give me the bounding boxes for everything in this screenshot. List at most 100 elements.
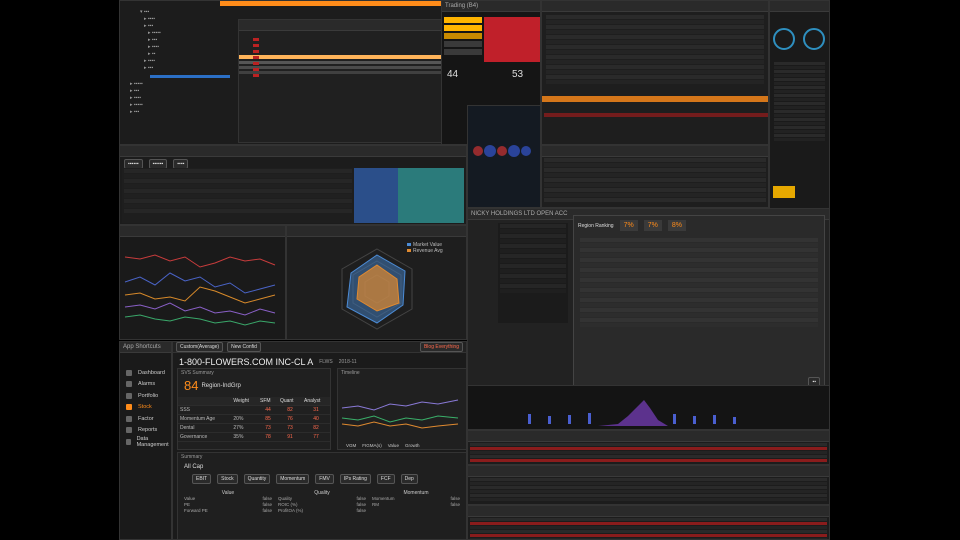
grid-row[interactable] xyxy=(580,313,818,317)
grid-row[interactable] xyxy=(774,122,825,125)
depth-grid[interactable] xyxy=(541,0,769,145)
grid-row[interactable] xyxy=(580,278,818,282)
grid-row[interactable] xyxy=(500,279,566,283)
grid-row[interactable] xyxy=(546,50,764,54)
grid-row[interactable] xyxy=(470,530,827,533)
grid-row[interactable] xyxy=(580,238,818,242)
grid-row[interactable] xyxy=(580,293,818,297)
grid-row[interactable] xyxy=(470,518,827,521)
grid-row[interactable] xyxy=(470,494,827,497)
tab-blog[interactable]: Blog Everything xyxy=(419,342,463,352)
grid-row[interactable] xyxy=(470,486,827,489)
grid-row[interactable] xyxy=(470,482,827,485)
filter-tab[interactable]: FMV xyxy=(315,474,334,484)
nav-item-factor[interactable]: Factor xyxy=(120,413,171,425)
grid-row[interactable] xyxy=(774,86,825,89)
grid-row[interactable] xyxy=(774,118,825,121)
grid-row[interactable] xyxy=(124,199,353,203)
grid-row[interactable] xyxy=(470,526,827,529)
grid-row[interactable] xyxy=(546,20,764,24)
grid-row[interactable] xyxy=(500,269,566,273)
grid-row[interactable] xyxy=(470,478,827,481)
filter-tab[interactable]: Quantity xyxy=(243,474,271,484)
allcap-dropdown[interactable]: All Cap xyxy=(184,464,460,470)
grid-row[interactable] xyxy=(774,66,825,69)
grid-row[interactable] xyxy=(470,451,827,454)
grid-row[interactable] xyxy=(774,102,825,105)
grid-row[interactable] xyxy=(774,130,825,133)
grid-row[interactable] xyxy=(774,94,825,97)
grid-row[interactable] xyxy=(544,198,766,202)
grid-row[interactable] xyxy=(470,498,827,501)
grid-row[interactable] xyxy=(546,35,764,39)
grid-row[interactable] xyxy=(580,323,818,327)
grid-row[interactable] xyxy=(580,303,818,307)
grid-row[interactable] xyxy=(774,70,825,73)
grid-row[interactable] xyxy=(774,78,825,81)
filter-tab[interactable]: FCF xyxy=(376,474,395,484)
grid-row[interactable] xyxy=(544,188,766,192)
grid-row[interactable] xyxy=(500,224,566,228)
grid-row[interactable] xyxy=(580,298,818,302)
grid-row[interactable] xyxy=(580,288,818,292)
grid-row[interactable] xyxy=(470,459,827,462)
grid-row[interactable] xyxy=(124,174,353,178)
score-label[interactable]: Region-IndGrp xyxy=(201,383,240,389)
grid-row[interactable] xyxy=(580,273,818,277)
grid-row[interactable] xyxy=(470,490,827,493)
grid-row[interactable] xyxy=(774,82,825,85)
grid-row[interactable] xyxy=(124,184,353,188)
grid-row[interactable] xyxy=(774,74,825,77)
grid-row[interactable] xyxy=(544,193,766,197)
grid-row[interactable] xyxy=(774,126,825,129)
grid-row[interactable] xyxy=(774,110,825,113)
grid-row[interactable] xyxy=(544,163,766,167)
grid-row[interactable] xyxy=(546,75,764,79)
tree-panel[interactable]: ▾ ▪▪▪ ▸ ▪▪▪▪ ▸ ▪▪▪ ▸ ▪▪▪▪▪ ▸ ▪▪▪ ▸ ▪▪▪▪ … xyxy=(120,9,230,144)
nav-item-alarms[interactable]: Alarms xyxy=(120,379,171,391)
grid-row[interactable] xyxy=(544,183,766,187)
grid-row[interactable] xyxy=(500,264,566,268)
grid-row[interactable] xyxy=(470,443,827,446)
grid-row[interactable] xyxy=(546,25,764,29)
grid-row[interactable] xyxy=(500,234,566,238)
filter-tab[interactable]: Dep xyxy=(400,474,418,484)
grid-row[interactable] xyxy=(546,70,764,74)
grid-row[interactable] xyxy=(580,243,818,247)
grid-row[interactable] xyxy=(124,189,353,193)
bottom-right-grid-2[interactable] xyxy=(467,465,830,505)
grid-row[interactable] xyxy=(774,90,825,93)
grid-row[interactable] xyxy=(580,268,818,272)
grid-row[interactable] xyxy=(124,169,353,173)
nav-item-stock[interactable]: Stock xyxy=(120,402,171,414)
grid-row[interactable] xyxy=(500,239,566,243)
grid-row[interactable] xyxy=(774,138,825,141)
filter-tab[interactable]: Momentum xyxy=(276,474,310,484)
grid-row[interactable] xyxy=(500,254,566,258)
grid-row[interactable] xyxy=(124,209,353,213)
grid-row[interactable] xyxy=(544,173,766,177)
nav-item-reports[interactable]: Reports xyxy=(120,425,171,437)
grid-row[interactable] xyxy=(580,248,818,252)
tab-new-confid[interactable]: New Confid xyxy=(227,342,261,352)
tab-custom[interactable]: Custom(Average) xyxy=(176,342,224,352)
factor-row[interactable]: ProfitOA (%) false xyxy=(278,508,366,514)
grid-row[interactable] xyxy=(774,106,825,109)
grid-row[interactable] xyxy=(124,179,353,183)
grid-row[interactable] xyxy=(546,65,764,69)
grid-row[interactable] xyxy=(500,229,566,233)
grid-row[interactable] xyxy=(500,274,566,278)
grid-row[interactable] xyxy=(470,455,827,458)
grid-row[interactable] xyxy=(124,194,353,198)
grid-row[interactable] xyxy=(546,15,764,19)
grid-row[interactable] xyxy=(580,283,818,287)
grid-row[interactable] xyxy=(580,263,818,267)
grid-row[interactable] xyxy=(544,168,766,172)
grid-row[interactable] xyxy=(774,98,825,101)
grid-row[interactable] xyxy=(580,253,818,257)
grid-row[interactable] xyxy=(774,62,825,65)
grid-row[interactable] xyxy=(546,45,764,49)
tree-selected-row[interactable] xyxy=(150,75,230,78)
grid-row[interactable] xyxy=(546,40,764,44)
red-order-block[interactable] xyxy=(484,17,540,62)
